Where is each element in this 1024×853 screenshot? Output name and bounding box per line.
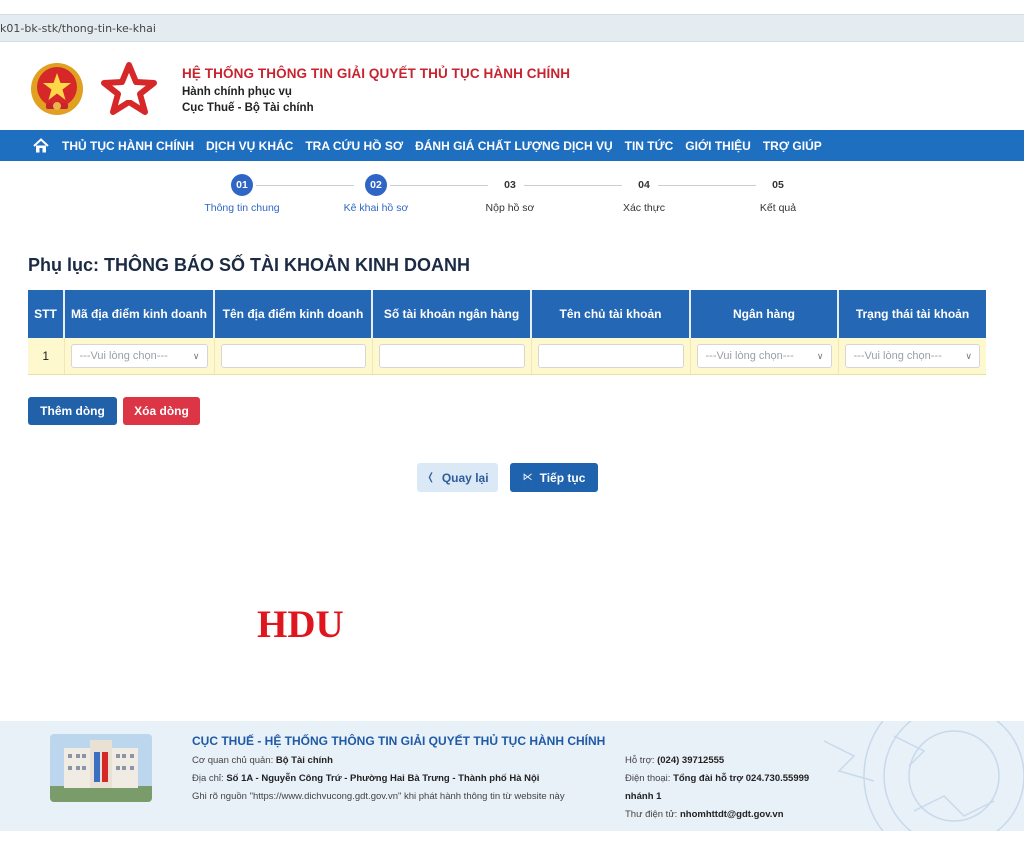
select-value: ---Vui lòng chọn--- xyxy=(79,349,168,362)
footer-title: CỤC THUẾ - HỆ THỐNG THÔNG TIN GIẢI QUYẾT… xyxy=(192,734,606,748)
column-header-stt: STT xyxy=(28,290,65,338)
chevron-down-icon: ∨ xyxy=(192,350,200,361)
column-header-ten-dia-diem: Tên địa điểm kinh doanh xyxy=(214,290,373,338)
page: k01-bk-stk/thong-tin-ke-khai HỆ THỐNG TH… xyxy=(0,0,1024,853)
nav-danh-gia-chat-luong[interactable]: ĐÁNH GIÁ CHẤT LƯỢNG DỊCH VỤ xyxy=(415,139,613,153)
next-button[interactable]: ⋉ Tiếp tục xyxy=(510,463,598,492)
table-row: 1 ---Vui lòng chọn--- ∨ ---Vui lòng chọn… xyxy=(28,338,986,375)
cell-ten-dia-diem xyxy=(214,338,373,375)
ten-dia-diem-input[interactable] xyxy=(220,343,366,368)
footer-agency: Cơ quan chủ quản: Bộ Tài chính xyxy=(192,755,333,766)
cell-ma-dia-diem: ---Vui lòng chọn--- ∨ xyxy=(64,338,215,375)
page-title: Phụ lục: THÔNG BÁO SỐ TÀI KHOẢN KINH DOA… xyxy=(28,255,470,275)
step-number: 05 xyxy=(772,179,784,191)
cell-ten-chu-tai-khoan xyxy=(531,338,691,375)
row-number: 1 xyxy=(28,338,65,375)
system-subtitle: Hành chính phục vụ xyxy=(182,86,292,98)
step-number: 04 xyxy=(638,179,650,191)
business-accounts-table: STT Mã địa điểm kinh doanh Tên địa điểm … xyxy=(28,290,986,375)
chevron-down-icon: ∨ xyxy=(816,350,824,361)
step-ket-qua[interactable]: 05 Kết quả xyxy=(718,174,838,214)
system-title: HỆ THỐNG THÔNG TIN GIẢI QUYẾT THỦ TỤC HÀ… xyxy=(182,66,571,81)
watermark-text: HDU xyxy=(257,603,344,646)
footer-address: Địa chỉ: Số 1A - Nguyễn Công Trứ - Phườn… xyxy=(192,773,540,784)
step-label: Xác thực xyxy=(622,202,666,214)
nav-dich-vu-khac[interactable]: DỊCH VỤ KHÁC xyxy=(206,139,293,153)
home-icon[interactable] xyxy=(32,137,50,155)
cell-so-tai-khoan xyxy=(372,338,532,375)
drum-pattern-icon xyxy=(823,721,1024,831)
system-agency: Cục Thuế - Bộ Tài chính xyxy=(182,102,314,114)
column-header-so-tai-khoan: Số tài khoản ngân hàng xyxy=(372,290,532,338)
column-header-ngan-hang: Ngân hàng xyxy=(690,290,839,338)
footer-email: Thư điện tử: nhomhttdt@gdt.gov.vn xyxy=(625,809,784,820)
table-header-row: STT Mã địa điểm kinh doanh Tên địa điểm … xyxy=(28,290,986,338)
select-value: ---Vui lòng chọn--- xyxy=(705,349,794,362)
url-text: k01-bk-stk/thong-tin-ke-khai xyxy=(0,22,156,35)
step-number: 03 xyxy=(504,179,516,191)
trang-thai-select[interactable]: ---Vui lòng chọn--- ∨ xyxy=(844,343,980,368)
column-header-ma-dia-diem: Mã địa điểm kinh doanh xyxy=(64,290,215,338)
progress-stepper: 01 Thông tin chung 02 Kê khai hồ sơ 03 N… xyxy=(0,170,1024,230)
add-row-button[interactable]: Thêm dòng xyxy=(28,397,117,425)
ten-chu-tai-khoan-input[interactable] xyxy=(537,343,684,368)
cell-ngan-hang: ---Vui lòng chọn--- ∨ xyxy=(690,338,839,375)
step-label: Kê khai hồ sơ xyxy=(343,202,409,214)
so-tai-khoan-input[interactable] xyxy=(378,343,525,368)
back-button[interactable]: ❬ Quay lại xyxy=(417,463,498,492)
step-number: 02 xyxy=(365,174,387,196)
step-number: 01 xyxy=(231,174,253,196)
step-nop-ho-so[interactable]: 03 Nộp hồ sơ xyxy=(450,174,570,214)
public-service-logo-icon xyxy=(101,62,157,115)
footer-phone-ext: nhánh 1 xyxy=(625,791,662,802)
column-header-ten-chu-tai-khoan: Tên chủ tài khoản xyxy=(531,290,691,338)
national-emblem-icon xyxy=(31,63,83,115)
site-footer: CỤC THUẾ - HỆ THỐNG THÔNG TIN GIẢI QUYẾT… xyxy=(0,721,1024,831)
nav-gioi-thieu[interactable]: GIỚI THIỆU xyxy=(685,139,751,153)
nav-thu-tuc-hanh-chinh[interactable]: THỦ TỤC HÀNH CHÍNH xyxy=(62,139,194,153)
step-xac-thuc[interactable]: 04 Xác thực xyxy=(584,174,704,214)
delete-row-button[interactable]: Xóa dòng xyxy=(123,397,200,425)
main-nav: THỦ TỤC HÀNH CHÍNH DỊCH VỤ KHÁC TRA CỨU … xyxy=(0,130,1024,161)
footer-support: Hỗ trợ: (024) 39712555 xyxy=(625,755,725,766)
chevron-down-icon: ∨ xyxy=(965,350,972,361)
cell-trang-thai: ---Vui lòng chọn--- ∨ xyxy=(838,338,986,375)
nav-tro-giup[interactable]: TRỢ GIÚP xyxy=(763,139,822,153)
ma-dia-diem-select[interactable]: ---Vui lòng chọn--- ∨ xyxy=(70,343,208,368)
column-header-trang-thai: Trạng thái tài khoản xyxy=(838,290,986,338)
step-thong-tin-chung[interactable]: 01 Thông tin chung xyxy=(182,174,302,214)
back-button-label: Quay lại xyxy=(441,470,489,485)
nav-tra-cuu-ho-so[interactable]: TRA CỨU HỒ SƠ xyxy=(305,139,403,153)
building-photo-icon xyxy=(50,734,152,802)
next-step-icon: ⋉ xyxy=(522,472,533,483)
site-header: HỆ THỐNG THÔNG TIN GIẢI QUYẾT THỦ TỤC HÀ… xyxy=(0,50,1024,130)
footer-source-note: Ghi rõ nguồn "https://www.dichvucong.gdt… xyxy=(192,791,565,802)
chevron-left-icon: ❬ xyxy=(426,472,435,483)
ngan-hang-select[interactable]: ---Vui lòng chọn--- ∨ xyxy=(696,343,832,368)
step-label: Nộp hồ sơ xyxy=(485,202,535,214)
step-label: Thông tin chung xyxy=(204,202,280,214)
select-value: ---Vui lòng chọn--- xyxy=(853,349,942,362)
step-ke-khai-ho-so[interactable]: 02 Kê khai hồ sơ xyxy=(316,174,436,214)
address-bar[interactable]: k01-bk-stk/thong-tin-ke-khai xyxy=(0,14,1024,42)
footer-phone: Điện thoại: Tổng đài hỗ trợ 024.730.5599… xyxy=(625,773,810,784)
next-button-label: Tiếp tục xyxy=(539,470,586,485)
footer-email-link[interactable]: nhomhttdt@gdt.gov.vn xyxy=(680,809,784,820)
nav-tin-tuc[interactable]: TIN TỨC xyxy=(625,139,674,153)
step-label: Kết quả xyxy=(759,202,797,214)
